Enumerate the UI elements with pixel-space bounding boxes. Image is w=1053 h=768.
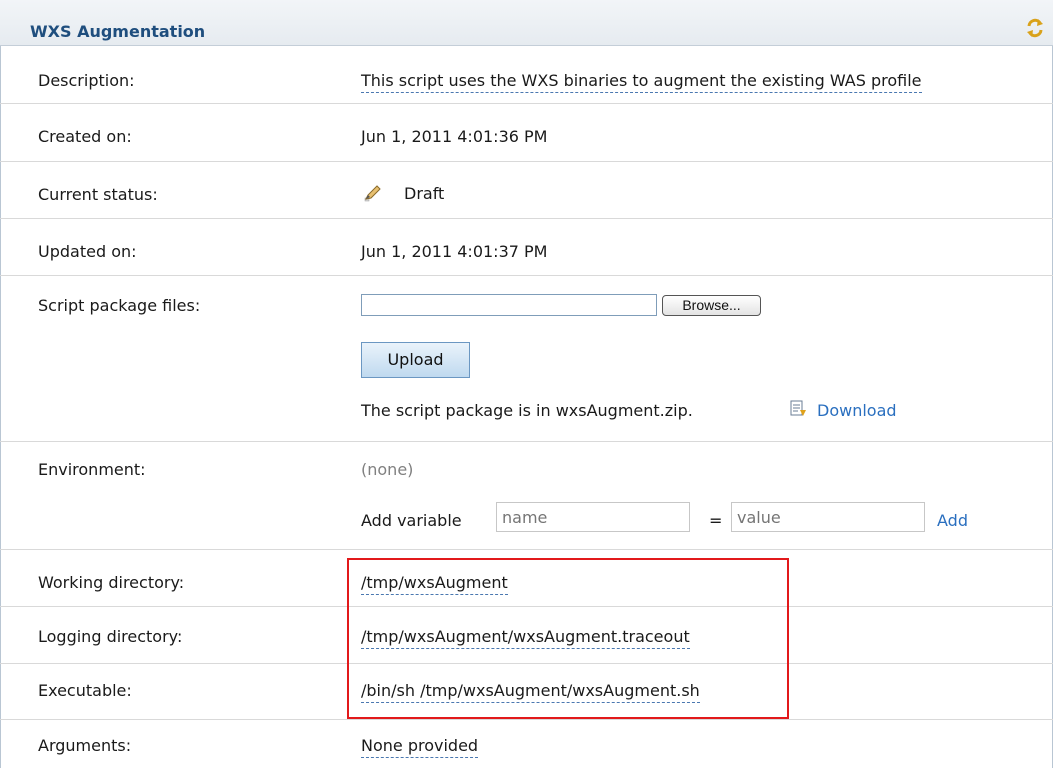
arguments-value[interactable]: None provided [361, 736, 479, 758]
highlight-box [347, 558, 789, 719]
file-path-input[interactable] [361, 294, 657, 316]
refresh-arrows-icon[interactable] [1024, 17, 1046, 39]
updated-on-row: Updated on: Jun 1, 2011 4:01:37 PM [0, 219, 1053, 276]
arguments-label: Arguments: [38, 736, 132, 755]
panel-header: WXS Augmentation [0, 0, 1053, 46]
updated-on-value: Jun 1, 2011 4:01:37 PM [361, 242, 548, 261]
logging-directory-label: Logging directory: [38, 627, 183, 646]
current-status-label: Current status: [38, 185, 158, 204]
current-status-value: Draft [404, 184, 445, 203]
environment-row: Environment: (none) [0, 442, 1053, 550]
updated-on-label: Updated on: [38, 242, 137, 261]
created-on-label: Created on: [38, 127, 132, 146]
download-link[interactable]: Download [817, 401, 897, 420]
package-info-text: The script package is in wxsAugment.zip. [361, 401, 693, 420]
description-label: Description: [38, 71, 135, 90]
script-package-files-label: Script package files: [38, 296, 201, 315]
variable-name-input[interactable] [496, 502, 690, 532]
description-row: Description: This script uses the WXS bi… [0, 46, 1053, 104]
browse-button[interactable]: Browse... [662, 295, 761, 316]
description-value[interactable]: This script uses the WXS binaries to aug… [361, 71, 922, 93]
add-variable-link[interactable]: Add [937, 511, 968, 530]
pencil-icon [364, 185, 381, 202]
environment-label: Environment: [38, 460, 146, 479]
current-status-row: Current status: Draft [0, 162, 1053, 219]
equals-sign: = [709, 511, 723, 530]
download-icon[interactable] [789, 400, 807, 418]
created-on-row: Created on: Jun 1, 2011 4:01:36 PM [0, 104, 1053, 162]
created-on-value: Jun 1, 2011 4:01:36 PM [361, 127, 548, 146]
environment-value: (none) [361, 460, 414, 479]
add-variable-label: Add variable [361, 511, 462, 530]
working-directory-label: Working directory: [38, 573, 185, 592]
panel-title: WXS Augmentation [30, 22, 206, 41]
executable-label: Executable: [38, 681, 132, 700]
upload-button[interactable]: Upload [361, 342, 470, 378]
variable-value-input[interactable] [731, 502, 925, 532]
arguments-row: Arguments: None provided [0, 720, 1053, 768]
